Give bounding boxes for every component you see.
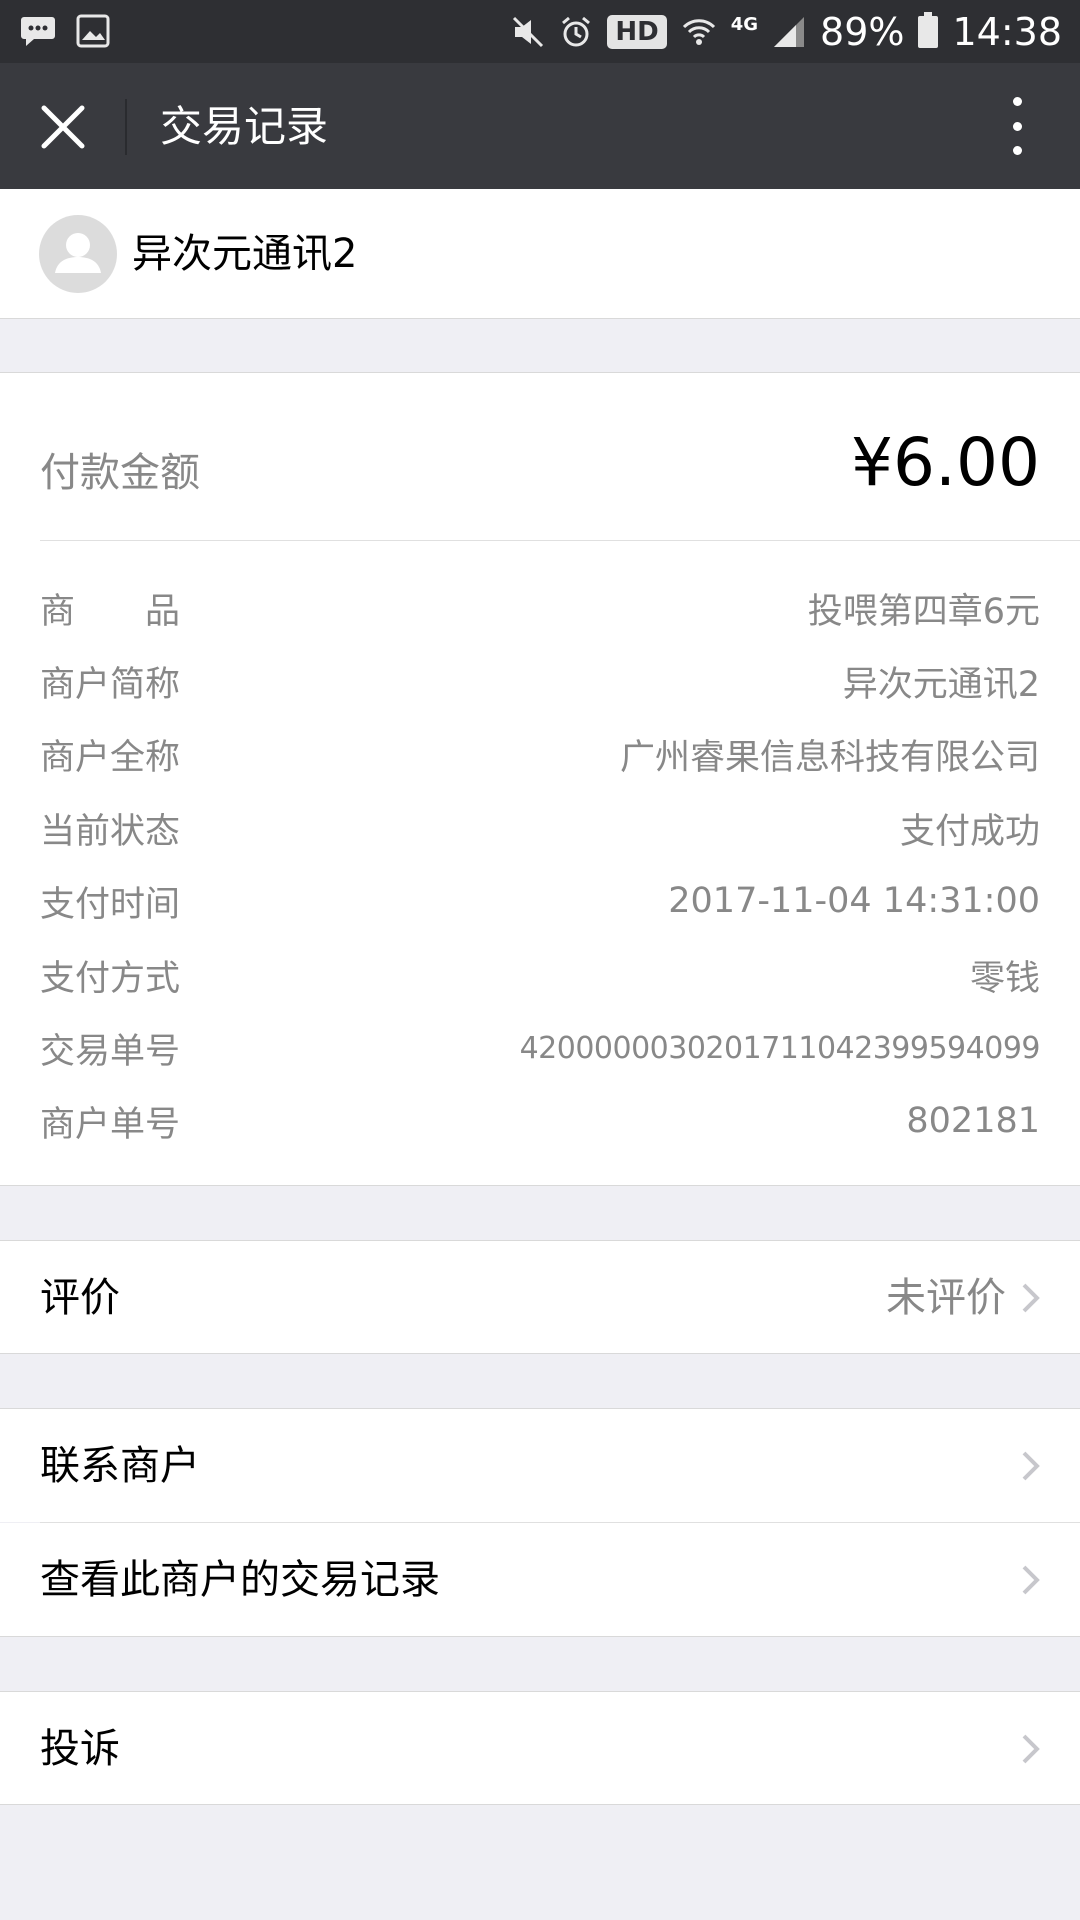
info-value: 投喂第四章6元	[807, 591, 1040, 632]
status-bar-system: HD 4G 89% 14:38	[511, 0, 1062, 63]
info-value: 802181	[906, 1101, 1040, 1141]
contact-merchant-cell[interactable]: 联系商户	[0, 1408, 1080, 1522]
more-vertical-icon	[1012, 146, 1022, 155]
clock: 14:38	[952, 9, 1062, 54]
info-row-merchant-order-id: 商户单号 802181	[40, 1096, 1040, 1146]
image-icon	[76, 14, 110, 48]
alarm-icon	[562, 16, 591, 46]
info-value: 异次元通讯2	[842, 664, 1040, 705]
navigation-bar: 交易记录	[0, 63, 1080, 189]
status-bar-notifications	[20, 14, 110, 48]
battery-percent: 89%	[820, 9, 905, 54]
info-label: 交易单号	[40, 1031, 181, 1072]
page-title: 交易记录	[160, 102, 329, 151]
info-value: 零钱	[969, 958, 1040, 999]
nav-divider	[125, 99, 127, 155]
info-row-status: 当前状态 支付成功	[40, 803, 1040, 853]
contact-merchant-label: 联系商户	[40, 1443, 200, 1489]
merchant-history-label: 查看此商户的交易记录	[40, 1557, 440, 1603]
chevron-right-icon	[1022, 1451, 1040, 1481]
info-label: 支付方式	[40, 958, 181, 999]
more-vertical-icon	[1012, 97, 1022, 106]
chevron-right-icon	[1022, 1734, 1040, 1764]
network-type-label: 4G	[730, 14, 759, 35]
info-row-merchant-short-name: 商户简称 异次元通讯2	[40, 656, 1040, 706]
info-row-transaction-id: 交易单号 4200000030201711042399594099	[40, 1023, 1041, 1073]
wifi-icon	[682, 18, 715, 45]
chat-bubble-icon	[21, 17, 55, 46]
info-row-product: 商 品 投喂第四章6元	[40, 583, 1040, 633]
info-label: 商户简称	[40, 664, 181, 705]
info-row-payment-method: 支付方式 零钱	[40, 950, 1040, 1000]
default-avatar-icon	[55, 233, 101, 273]
more-vertical-icon	[1012, 121, 1022, 131]
review-status: 未评价	[886, 1275, 1006, 1321]
chevron-right-icon	[1022, 1565, 1040, 1595]
merchant-name: 异次元通讯2	[132, 231, 358, 277]
more-menu-button[interactable]	[990, 93, 1044, 159]
signal-icon	[774, 16, 805, 47]
battery-icon	[918, 11, 939, 48]
merchant-history-cell[interactable]: 查看此商户的交易记录	[0, 1523, 1080, 1637]
close-button[interactable]	[32, 96, 94, 158]
review-label: 评价	[40, 1275, 120, 1321]
mute-icon	[513, 16, 544, 47]
divider	[40, 540, 1080, 541]
info-value: 2017-11-04 14:31:00	[668, 881, 1040, 921]
avatar	[39, 215, 117, 293]
complaint-label: 投诉	[40, 1726, 120, 1772]
info-value: 4200000030201711042399594099	[519, 1030, 1041, 1066]
info-label: 商户单号	[40, 1104, 181, 1145]
review-cell[interactable]: 评价 未评价	[0, 1240, 1080, 1354]
close-icon	[41, 105, 85, 149]
info-value: 广州睿果信息科技有限公司	[619, 737, 1040, 778]
merchant-header[interactable]: 异次元通讯2	[0, 189, 1080, 319]
info-label: 商 品	[40, 591, 181, 632]
complaint-cell[interactable]: 投诉	[0, 1691, 1080, 1805]
info-row-payment-time: 支付时间 2017-11-04 14:31:00	[40, 876, 1040, 926]
info-row-merchant-full-name: 商户全称 广州睿果信息科技有限公司	[40, 729, 1040, 779]
hd-icon: HD	[607, 14, 667, 49]
info-label: 当前状态	[40, 811, 181, 852]
payment-detail-card: 付款金额 ¥6.00 商 品 投喂第四章6元 商户简称 异次元通讯2 商户全称 …	[0, 372, 1080, 1186]
chevron-right-icon	[1022, 1283, 1040, 1313]
amount-label: 付款金额	[40, 450, 200, 496]
info-label: 支付时间	[40, 884, 181, 925]
info-label: 商户全称	[40, 737, 181, 778]
amount-value: ¥6.00	[851, 424, 1040, 501]
status-bar: HD 4G 89% 14:38	[0, 0, 1080, 63]
info-value: 支付成功	[899, 811, 1040, 852]
